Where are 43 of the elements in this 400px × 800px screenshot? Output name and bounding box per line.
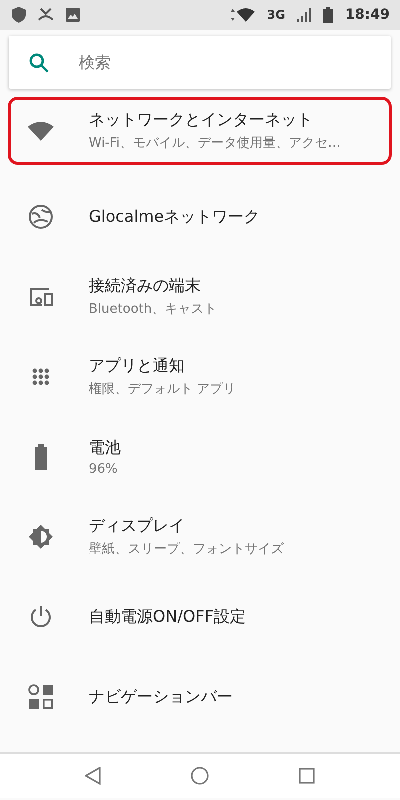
search-field[interactable]: 検索 bbox=[77, 52, 391, 73]
settings-item[interactable]: 自動電源ON/OFF設定 bbox=[8, 577, 392, 657]
navigation-icon bbox=[28, 684, 54, 710]
cell-signal-icon bbox=[297, 8, 312, 22]
item-title: 自動電源ON/OFF設定 bbox=[89, 606, 246, 628]
item-summary: 96% bbox=[89, 462, 119, 476]
item-title: 接続済みの端末 bbox=[89, 276, 202, 297]
apps-grid-icon bbox=[32, 368, 50, 386]
settings-item[interactable]: 接続済みの端末 Bluetooth、キャスト bbox=[8, 257, 392, 337]
settings-item[interactable]: 電池 96% bbox=[8, 417, 392, 497]
shield-icon bbox=[12, 7, 26, 23]
settings-item[interactable]: ネットワークとインターネット Wi-Fi、モバイル、データ使用量、アクセ… bbox=[8, 97, 392, 165]
settings-item[interactable]: Glocalmeネットワーク bbox=[8, 177, 392, 257]
item-title: アプリと通知 bbox=[89, 356, 186, 377]
devices-icon bbox=[28, 286, 54, 308]
back-button[interactable] bbox=[85, 767, 101, 785]
item-title: 電池 bbox=[89, 438, 121, 458]
settings-item[interactable]: ディスプレイ 壁紙、スリープ、フォントサイズ bbox=[8, 497, 392, 577]
image-icon bbox=[66, 8, 80, 22]
globe-icon bbox=[28, 204, 54, 230]
wifi-signal-icon bbox=[229, 8, 256, 22]
search-icon bbox=[29, 52, 49, 72]
item-title: ネットワークとインターネット bbox=[89, 110, 314, 131]
power-icon bbox=[29, 605, 53, 629]
item-title: Glocalmeネットワーク bbox=[89, 206, 260, 228]
wifi-icon bbox=[28, 121, 54, 141]
brightness-icon bbox=[28, 524, 54, 550]
item-title: ナビゲーションバー bbox=[89, 686, 233, 708]
item-summary: Bluetooth、キャスト bbox=[89, 301, 218, 318]
item-summary: Wi-Fi、モバイル、データ使用量、アクセ… bbox=[89, 135, 342, 152]
missed-call-icon bbox=[38, 8, 54, 22]
battery-icon bbox=[34, 444, 48, 470]
item-title: ディスプレイ bbox=[89, 516, 186, 537]
item-summary: 壁紙、スリープ、フォントサイズ bbox=[89, 541, 284, 558]
settings-item[interactable]: アプリと通知 権限、デフォルト アプリ bbox=[8, 337, 392, 417]
home-button[interactable] bbox=[191, 767, 209, 785]
clock-time: 18:49 bbox=[345, 7, 390, 23]
settings-item[interactable]: ナビゲーションバー bbox=[8, 657, 392, 737]
recents-button[interactable] bbox=[299, 768, 315, 784]
item-summary: 権限、デフォルト アプリ bbox=[89, 381, 236, 398]
network-type: 3G bbox=[267, 8, 286, 22]
search-bar[interactable]: 検索 bbox=[9, 36, 391, 89]
battery-status-icon bbox=[323, 7, 334, 23]
